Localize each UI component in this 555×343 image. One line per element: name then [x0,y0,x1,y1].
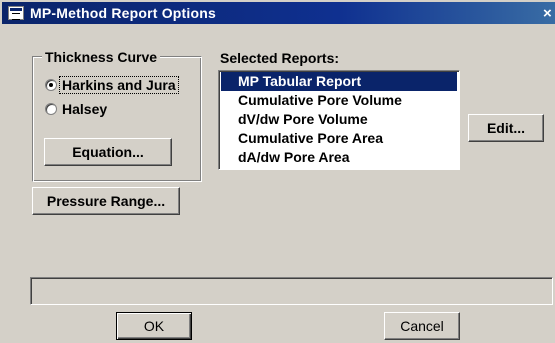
list-item-da-dw-pore-area[interactable]: dA/dw Pore Area [221,148,457,167]
radio-halsey[interactable]: Halsey [45,99,109,119]
pressure-range-button[interactable]: Pressure Range... [32,187,180,215]
list-item-cumulative-pore-volume[interactable]: Cumulative Pore Volume [221,91,457,110]
radio-checked-icon[interactable] [45,79,57,91]
dialog-window: MP-Method Report Options × Thickness Cur… [0,0,555,343]
equation-button[interactable]: Equation... [44,138,172,166]
app-window-icon [8,6,24,20]
cancel-button[interactable]: Cancel [384,312,460,340]
window-title: MP-Method Report Options [30,5,217,21]
ok-button[interactable]: OK [116,312,192,340]
edit-button[interactable]: Edit... [468,114,544,142]
title-bar[interactable]: MP-Method Report Options × [2,2,555,24]
radio-label-harkins-and-jura: Harkins and Jura [59,76,179,94]
radio-label-halsey: Halsey [60,101,109,117]
halsey-text: Halsey [62,101,108,117]
selected-reports-label: Selected Reports: [220,50,340,66]
list-item-mp-tabular-report[interactable]: MP Tabular Report [221,72,457,91]
list-item-cumulative-pore-area[interactable]: Cumulative Pore Area [221,129,457,148]
radio-unchecked-icon[interactable] [45,103,57,115]
thickness-curve-legend: Thickness Curve [42,49,161,65]
close-icon[interactable]: × [543,5,552,22]
status-field [30,277,553,305]
selected-reports-listbox[interactable]: MP Tabular Report Cumulative Pore Volume… [218,70,460,170]
radio-harkins-and-jura[interactable]: Harkins and Jura [45,75,179,95]
list-item-dv-dw-pore-volume[interactable]: dV/dw Pore Volume [221,110,457,129]
